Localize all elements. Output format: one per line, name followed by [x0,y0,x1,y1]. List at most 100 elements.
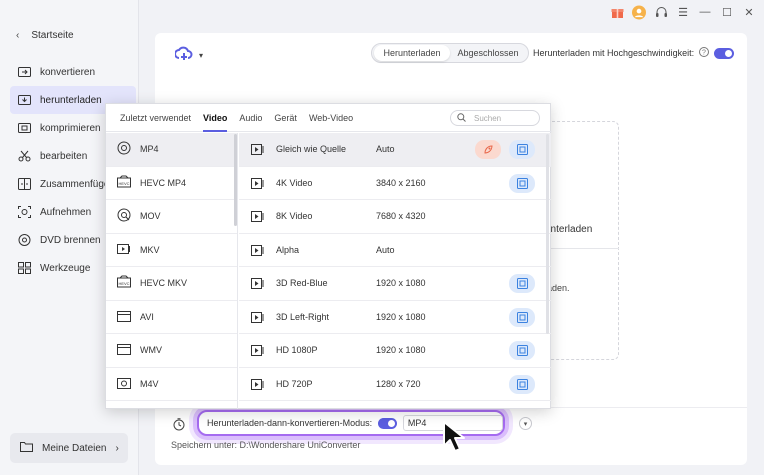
resolution-value: Auto [376,144,395,154]
format-item-mp4[interactable]: MP4 [106,133,237,167]
mouse-cursor-icon [442,420,470,457]
resolution-item[interactable]: 4K Video 3840 x 2160 [239,167,551,200]
timer-icon[interactable] [173,418,185,434]
grid-icon [17,261,31,275]
resolution-name: 3D Red-Blue [276,278,328,288]
hevc-icon: HEVC [117,275,131,291]
close-icon[interactable]: ✕ [742,5,756,19]
resolution-value: 1920 x 1080 [376,278,426,288]
edit-settings-icon[interactable] [509,140,535,159]
svg-text:HEVC: HEVC [118,181,129,186]
resolution-list: Gleich wie Quelle Auto 4K Video 3840 x 2… [239,133,551,409]
format-item-mov[interactable]: MOV [106,200,237,234]
resolution-value: 1920 x 1080 [376,345,426,355]
search-icon [457,112,466,124]
resolution-item[interactable]: Alpha Auto [239,234,551,267]
sidebar-item-label: DVD brennen [40,234,101,246]
resolution-name: HD 720P [276,378,313,389]
tab-audio[interactable]: Audio [239,104,262,132]
format-item-m4v[interactable]: M4V [106,368,237,401]
tab-recent[interactable]: Zuletzt verwendet [120,104,191,132]
tab-downloading[interactable]: Herunterladen [374,45,450,61]
edit-settings-icon[interactable] [509,274,535,293]
sidebar-item-label: Zusammenfügen [40,178,116,190]
mode-toggle[interactable] [378,417,397,429]
minimize-icon[interactable]: — [698,5,712,19]
folder-icon [20,441,33,455]
resolution-list-scrollbar[interactable] [546,134,549,334]
resolution-item[interactable]: HD 720P 1280 x 720 [239,368,551,401]
video-play-icon [251,311,265,325]
maximize-icon[interactable]: ☐ [720,5,734,19]
headset-support-icon[interactable] [654,5,668,19]
mode-label: Herunterladen-dann-konvertieren-Modus: [207,418,373,428]
my-files-label: Meine Dateien [42,442,107,454]
merge-icon [17,177,31,191]
format-search-input[interactable]: Suchen [450,110,540,126]
resolution-value: Auto [376,244,395,255]
tab-device[interactable]: Gerät [274,104,297,132]
home-link[interactable]: ‹ Startseite [16,30,74,41]
user-avatar-icon[interactable] [632,5,646,19]
gift-icon[interactable] [610,5,624,19]
menu-icon[interactable]: ☰ [676,5,690,19]
edit-settings-icon[interactable] [509,307,535,327]
tab-web-video[interactable]: Web-Video [309,104,353,132]
high-speed-toggle[interactable] [714,47,735,59]
format-item-hevc-mp4[interactable]: HEVC HEVC MP4 [106,167,237,200]
format-label: WMV [140,345,162,356]
svg-text:?: ? [702,50,706,57]
format-item-hevc-mkv[interactable]: HEVC HEVC MKV [106,267,237,301]
resolution-item[interactable]: Gleich wie Quelle Auto [239,133,551,167]
format-label: MOV [140,211,161,222]
format-label: AVI [140,311,154,322]
search-placeholder: Suchen [474,113,502,123]
high-speed-label: Herunterladen mit Hochgeschwindigkeit: [533,48,695,58]
resolution-item[interactable]: HD 1080P 1920 x 1080 [239,334,551,368]
chevron-right-icon: › [115,442,119,454]
compress-icon [17,121,31,135]
resolution-name: HD 1080P [276,345,318,355]
format-label: HEVC MKV [140,278,188,289]
edit-settings-icon[interactable] [509,374,535,394]
video-play-icon [251,378,265,392]
sidebar-item-label: komprimieren [40,122,101,134]
format-dropdown-chevron-icon[interactable]: ▾ [519,417,532,430]
rocket-icon[interactable] [475,140,501,159]
format-item-wmv[interactable]: WMV [106,334,237,368]
scissors-icon [17,149,31,163]
resolution-name: 4K Video [276,177,313,188]
help-icon[interactable]: ? [699,47,710,59]
resolution-item[interactable]: 3D Left-Right 1920 x 1080 [239,301,551,334]
format-list-scrollbar[interactable] [234,134,237,226]
convert-icon [17,65,31,79]
resolution-value: 1280 x 720 [376,378,421,389]
format-label: M4V [140,378,159,389]
record-icon [17,205,31,219]
add-url-button[interactable]: ▾ [174,46,203,65]
hevc-icon: HEVC [117,175,131,191]
resolution-item[interactable]: 8K Video 7680 x 4320 [239,200,551,234]
save-to-path[interactable]: Speichern unter: D:\Wondershare UniConve… [171,440,360,450]
format-label: MP4 [140,144,159,155]
edit-settings-icon[interactable] [509,173,535,193]
format-popup: Zuletzt verwendet Video Audio Gerät Web-… [105,103,552,409]
tab-finished[interactable]: Abgeschlossen [450,45,526,61]
video-play-icon [251,211,265,224]
my-files-button[interactable]: Meine Dateien › [10,433,128,463]
disc-icon [17,233,31,247]
format-item-mkv[interactable]: MKV [106,234,237,267]
high-speed-download: Herunterladen mit Hochgeschwindigkeit: ? [533,47,735,59]
format-label: MKV [140,244,160,255]
resolution-item[interactable]: 3D Red-Blue 1920 x 1080 [239,267,551,301]
format-item-avi[interactable]: AVI [106,301,237,334]
resolution-value: 7680 x 4320 [376,211,426,221]
edit-settings-icon[interactable] [509,341,535,360]
video-play-icon [251,278,265,291]
home-label: Startseite [31,30,74,41]
video-play-icon [251,244,265,258]
mp4-icon [117,141,131,157]
tab-video[interactable]: Video [203,104,228,132]
resolution-value: 3840 x 2160 [376,177,426,188]
sidebar-item-convert[interactable]: konvertieren [10,58,136,86]
